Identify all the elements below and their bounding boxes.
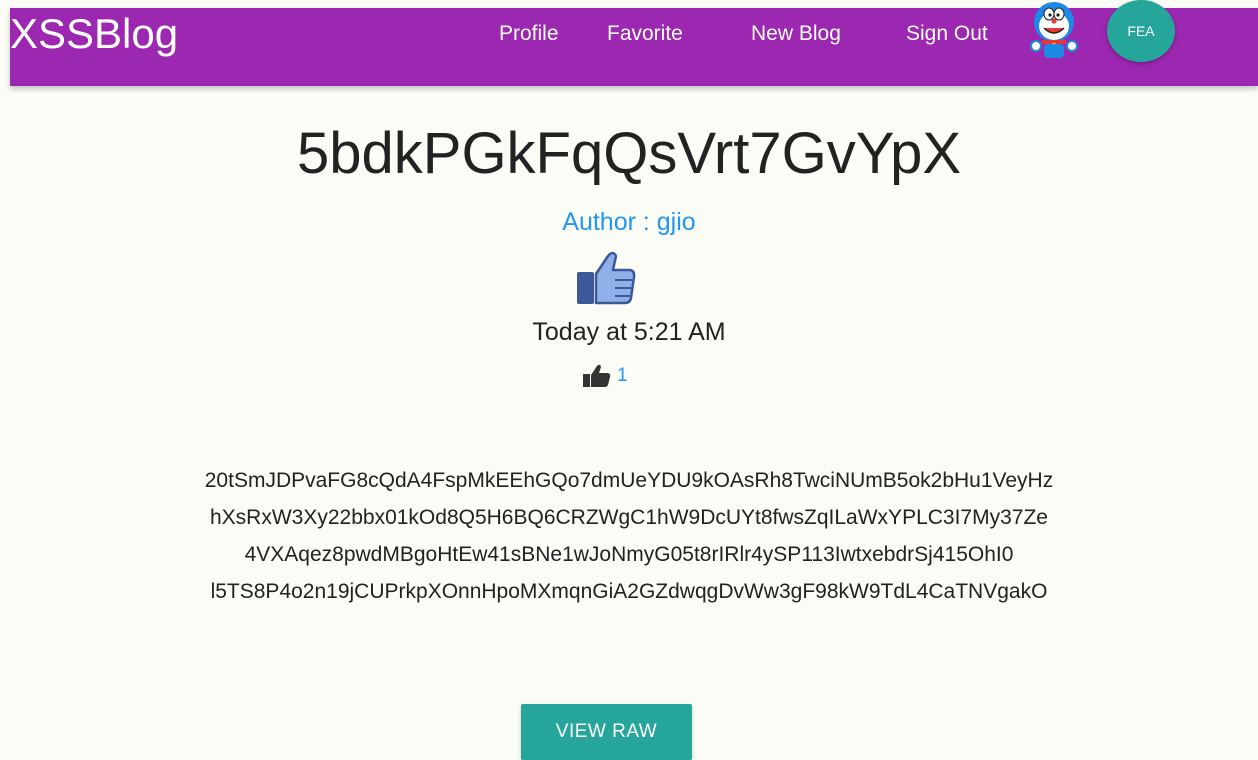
post-title: 5bdkPGkFqQsVrt7GvYpX — [296, 121, 962, 186]
post-content: 20tSmJDPvaFG8cQdA4FspMkEEhGQo7dmUeYDU9kO… — [0, 462, 1258, 610]
content-line: 20tSmJDPvaFG8cQdA4FspMkEEhGQo7dmUeYDU9kO… — [204, 469, 1054, 492]
nav-profile[interactable]: Profile — [499, 22, 559, 46]
nav-new-blog[interactable]: New Blog — [751, 22, 841, 46]
top-navbar: XSSBlog Profile Favorite New Blog Sign O… — [10, 0, 1258, 86]
thumbs-up-icon — [583, 364, 611, 387]
post-date: Today at 5:21 AM — [532, 318, 726, 346]
content-line: l5TS8P4o2n19jCUPrkpXOnnHpoMXmqnGiA2GZdwq… — [210, 580, 1048, 603]
post-author: Author : gjio — [0, 208, 1258, 237]
view-raw-button[interactable]: VIEW RAW — [521, 704, 692, 760]
brand-logo[interactable]: XSSBlog — [10, 13, 178, 55]
content-line: 4VXAqez8pwdMBgoHtEw41sBNe1wJoNmyG05t8rIR… — [244, 543, 1014, 566]
like-count[interactable]: 1 — [617, 365, 628, 387]
nav-sign-out[interactable]: Sign Out — [906, 22, 988, 46]
content-line: hXsRxW3Xy22bbx01kOd8Q5H6BQ6CRZWgC1hW9DcU… — [210, 506, 1048, 529]
thumbs-up-like-button-icon[interactable] — [575, 250, 637, 306]
nav-favorite[interactable]: Favorite — [607, 22, 683, 46]
like-count-row: 1 — [583, 362, 628, 390]
doraemon-mascot-icon — [1030, 2, 1078, 58]
user-avatar[interactable]: FEA — [1107, 0, 1175, 62]
author-link[interactable]: Author : gjio — [562, 208, 695, 236]
